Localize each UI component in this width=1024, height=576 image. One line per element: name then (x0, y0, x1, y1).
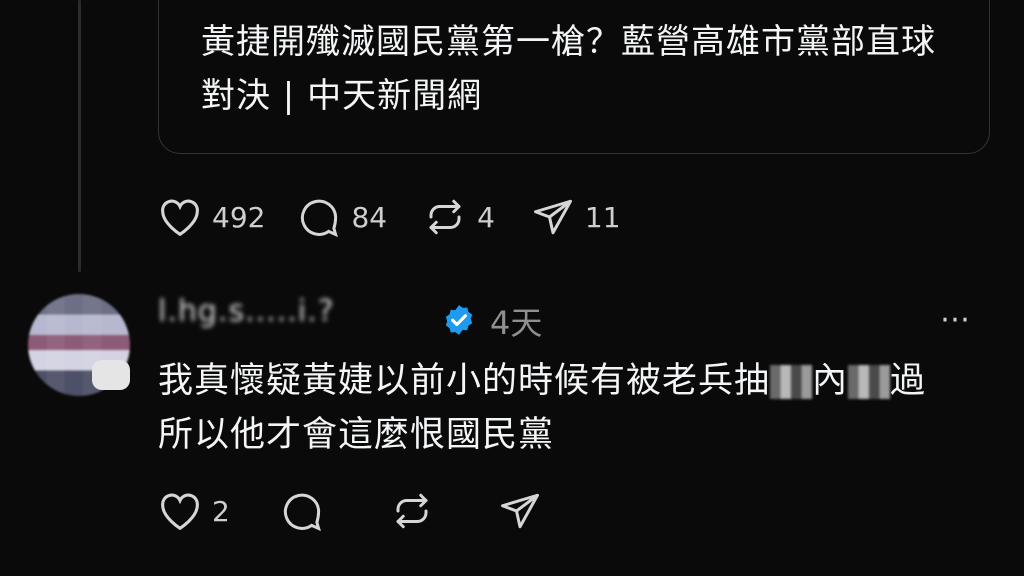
comment-count: 84 (351, 200, 388, 234)
comment-bubble-icon (301, 199, 339, 238)
reply-line-2: 所以他才會這麼恨國民黨 (158, 415, 555, 455)
username[interactable]: l.hg.s.....i.? (158, 294, 335, 336)
share-count: 11 (584, 200, 621, 234)
comment-button[interactable]: 84 (297, 196, 387, 238)
send-icon (500, 493, 539, 529)
comment-button[interactable] (280, 490, 324, 532)
reply-text-segment: 過 (890, 361, 927, 401)
heart-icon (161, 493, 199, 531)
reply-line-1: 我真懷疑黃婕以前小的時候有被老兵抽 內 過 (158, 354, 998, 408)
heart-icon (161, 199, 199, 237)
repost-button[interactable] (390, 490, 434, 532)
link-preview-title: 黃捷開殲滅國民黨第一槍？藍營高雄市黨部直球對決 | 中天新聞網 (201, 22, 936, 116)
send-icon (533, 199, 572, 235)
reply-text-segment: 內 (812, 361, 849, 401)
repost-count: 4 (477, 200, 495, 234)
like-button[interactable]: 492 (158, 197, 265, 237)
share-button[interactable] (498, 490, 542, 532)
repost-button[interactable]: 4 (423, 196, 495, 238)
link-preview-card[interactable]: 黃捷開殲滅國民黨第一槍？藍營高雄市黨部直球對決 | 中天新聞網 (158, 0, 990, 154)
like-count: 492 (212, 200, 266, 234)
reply-actions: 2 (158, 490, 576, 532)
more-options-icon[interactable]: ⋯ (940, 302, 972, 337)
repost-icon (396, 493, 428, 529)
reply-text: 我真懷疑黃婕以前小的時候有被老兵抽 內 過 所以他才會這麼恨國民黨 (158, 354, 998, 462)
like-button[interactable]: 2 (158, 491, 230, 531)
post-timestamp: 4天 (490, 304, 543, 342)
like-count: 2 (212, 494, 230, 528)
censored-block (848, 365, 891, 399)
reply-text-segment: 我真懷疑黃婕以前小的時候有被老兵抽 (158, 361, 771, 401)
avatar-follow-badge[interactable] (92, 360, 130, 390)
comment-bubble-icon (283, 493, 321, 532)
repost-icon (429, 199, 461, 235)
share-button[interactable]: 11 (531, 196, 621, 238)
thread-connector-line (78, 0, 81, 272)
verified-badge-icon (445, 305, 473, 335)
censored-block (770, 365, 813, 399)
parent-post-actions: 492 84 4 11 (158, 196, 655, 238)
